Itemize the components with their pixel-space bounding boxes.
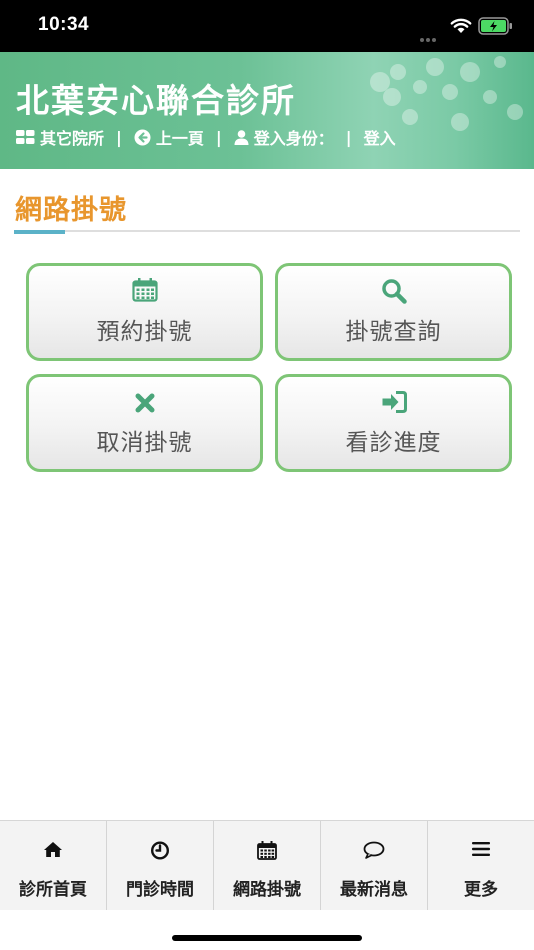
user-icon [234,129,249,145]
login-identity: 登入身份： [234,125,334,149]
title-divider [14,230,520,232]
cancel-appointment-button[interactable]: 取消掛號 [26,374,263,472]
signal-icon [420,27,442,61]
back-link[interactable]: 上一頁 [134,125,204,149]
book-appointment-label: 預約掛號 [96,319,193,345]
tab-online-registration[interactable]: 網路掛號 [214,821,321,910]
site-title: 北葉安心聯合診所 [16,81,296,120]
tab-label: 網路掛號 [233,880,301,900]
query-appointment-label: 掛號查詢 [345,319,442,345]
tab-more[interactable]: 更多 [428,821,534,910]
title-divider-accent [14,230,65,234]
calendar-icon [131,278,158,302]
battery-icon [478,17,512,35]
tab-label: 門診時間 [126,880,194,900]
tab-clinic-hours[interactable]: 門診時間 [107,821,214,910]
status-bar: 10:34 [0,0,534,61]
sign-in-icon [382,391,407,413]
cancel-appointment-label: 取消掛號 [96,430,193,456]
tab-latest-news[interactable]: 最新消息 [321,821,428,910]
close-icon [135,393,154,413]
back-label: 上一頁 [155,129,204,148]
calendar-icon [257,841,277,860]
page-title: 網路掛號 [15,195,127,226]
tab-label: 更多 [464,880,498,900]
visit-progress-label: 看診進度 [345,430,442,456]
speech-bubble-icon [363,841,385,859]
header-nav: 其它院所 | 上一頁 | 登入身份： | 登入 [16,125,396,149]
home-indicator[interactable] [172,935,362,941]
grid-icon [16,130,35,144]
nav-separator: | [215,127,222,147]
home-indicator-area [0,910,534,950]
query-appointment-button[interactable]: 掛號查詢 [275,263,512,361]
status-time: 10:34 [38,14,90,35]
nav-separator: | [345,127,352,147]
nav-separator: | [116,127,122,147]
header-banner: 北葉安心聯合診所 其它院所 | 上一頁 | 登入身份： | 登入 [0,52,534,169]
book-appointment-button[interactable]: 預約掛號 [26,263,263,361]
wifi-icon [450,18,472,33]
bottom-tab-bar: 診所首頁 門診時間 網路掛號 最新消息 更多 [0,820,534,910]
other-clinics-link[interactable]: 其它院所 [16,125,104,149]
home-icon [44,842,62,857]
login-link[interactable]: 登入 [364,125,396,149]
tab-clinic-home[interactable]: 診所首頁 [0,821,107,910]
arrow-circle-left-icon [134,129,151,145]
search-icon [381,279,407,304]
other-clinics-label: 其它院所 [40,129,105,148]
clock-icon [150,841,170,860]
menu-icon [472,842,490,856]
tab-label: 診所首頁 [19,880,87,900]
login-identity-label: 登入身份： [253,129,334,148]
login-label: 登入 [363,129,396,148]
tab-label: 最新消息 [340,880,408,900]
flower-background-image [370,56,523,131]
visit-progress-button[interactable]: 看診進度 [275,374,512,472]
